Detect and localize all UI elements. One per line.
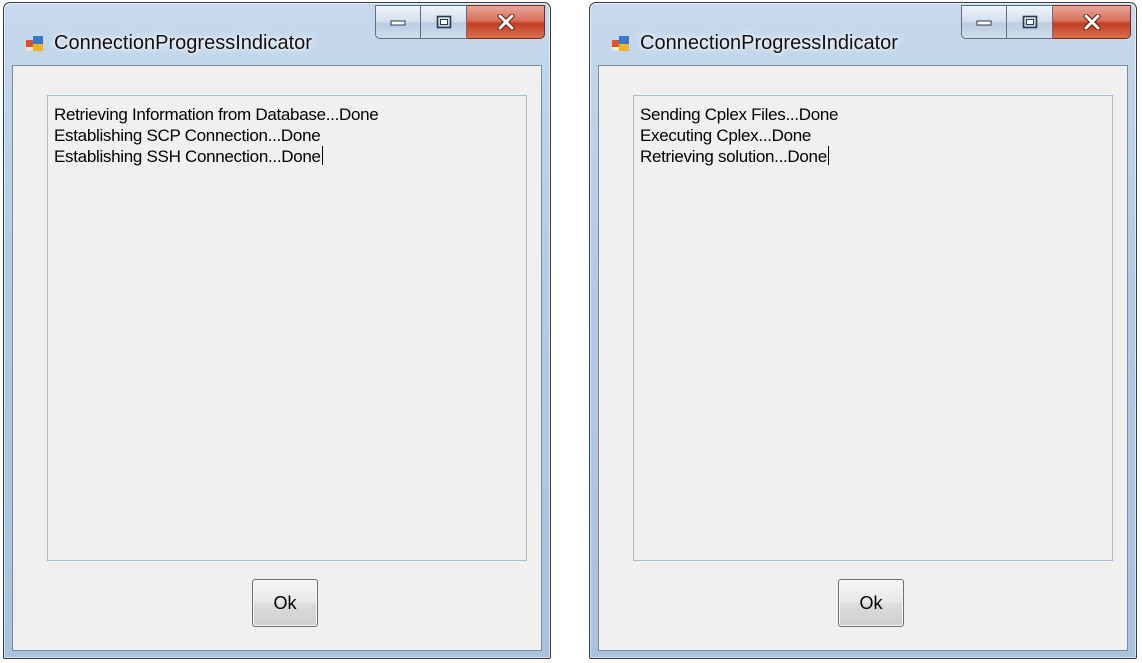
progress-window-left: ConnectionProgressIndicator Retrieving I… (3, 2, 551, 659)
log-line: Retrieving Information from Database...D… (54, 105, 379, 124)
log-line-text: Establishing SSH Connection...Done (54, 147, 321, 166)
app-form-icon[interactable] (612, 36, 629, 51)
log-line: Executing Cplex...Done (640, 126, 812, 145)
window-client-area: Retrieving Information from Database...D… (12, 65, 542, 651)
window-title: ConnectionProgressIndicator (54, 32, 312, 54)
window-title: ConnectionProgressIndicator (640, 32, 898, 54)
ok-button[interactable]: Ok (252, 579, 318, 627)
minimize-icon (976, 18, 992, 26)
status-log-textbox[interactable]: Retrieving Information from Database...D… (47, 95, 527, 561)
text-caret (321, 146, 323, 165)
minimize-icon (390, 18, 406, 26)
ok-button[interactable]: Ok (838, 579, 904, 627)
log-line-with-caret: Retrieving solution...Done (640, 146, 1106, 167)
app-form-icon[interactable] (26, 36, 43, 51)
title-bar[interactable]: ConnectionProgressIndicator (4, 3, 550, 65)
close-icon (1083, 14, 1101, 30)
minimize-button[interactable] (375, 5, 421, 39)
maximize-button[interactable] (1007, 5, 1053, 39)
close-icon (497, 14, 515, 30)
maximize-icon (1022, 15, 1038, 29)
caption-buttons (375, 5, 545, 39)
status-log-textbox[interactable]: Sending Cplex Files...Done Executing Cpl… (633, 95, 1113, 561)
maximize-button[interactable] (421, 5, 467, 39)
log-line-text: Retrieving solution...Done (640, 147, 827, 166)
text-caret (827, 146, 829, 165)
minimize-button[interactable] (961, 5, 1007, 39)
log-line-with-caret: Establishing SSH Connection...Done (54, 146, 520, 167)
close-button[interactable] (467, 5, 545, 39)
maximize-icon (436, 15, 452, 29)
log-line: Establishing SCP Connection...Done (54, 126, 321, 145)
window-client-area: Sending Cplex Files...Done Executing Cpl… (598, 65, 1128, 651)
title-bar[interactable]: ConnectionProgressIndicator (590, 3, 1136, 65)
caption-buttons (961, 5, 1131, 39)
close-button[interactable] (1053, 5, 1131, 39)
progress-window-right: ConnectionProgressIndicator Sending Cple… (589, 2, 1137, 659)
log-line: Sending Cplex Files...Done (640, 105, 839, 124)
